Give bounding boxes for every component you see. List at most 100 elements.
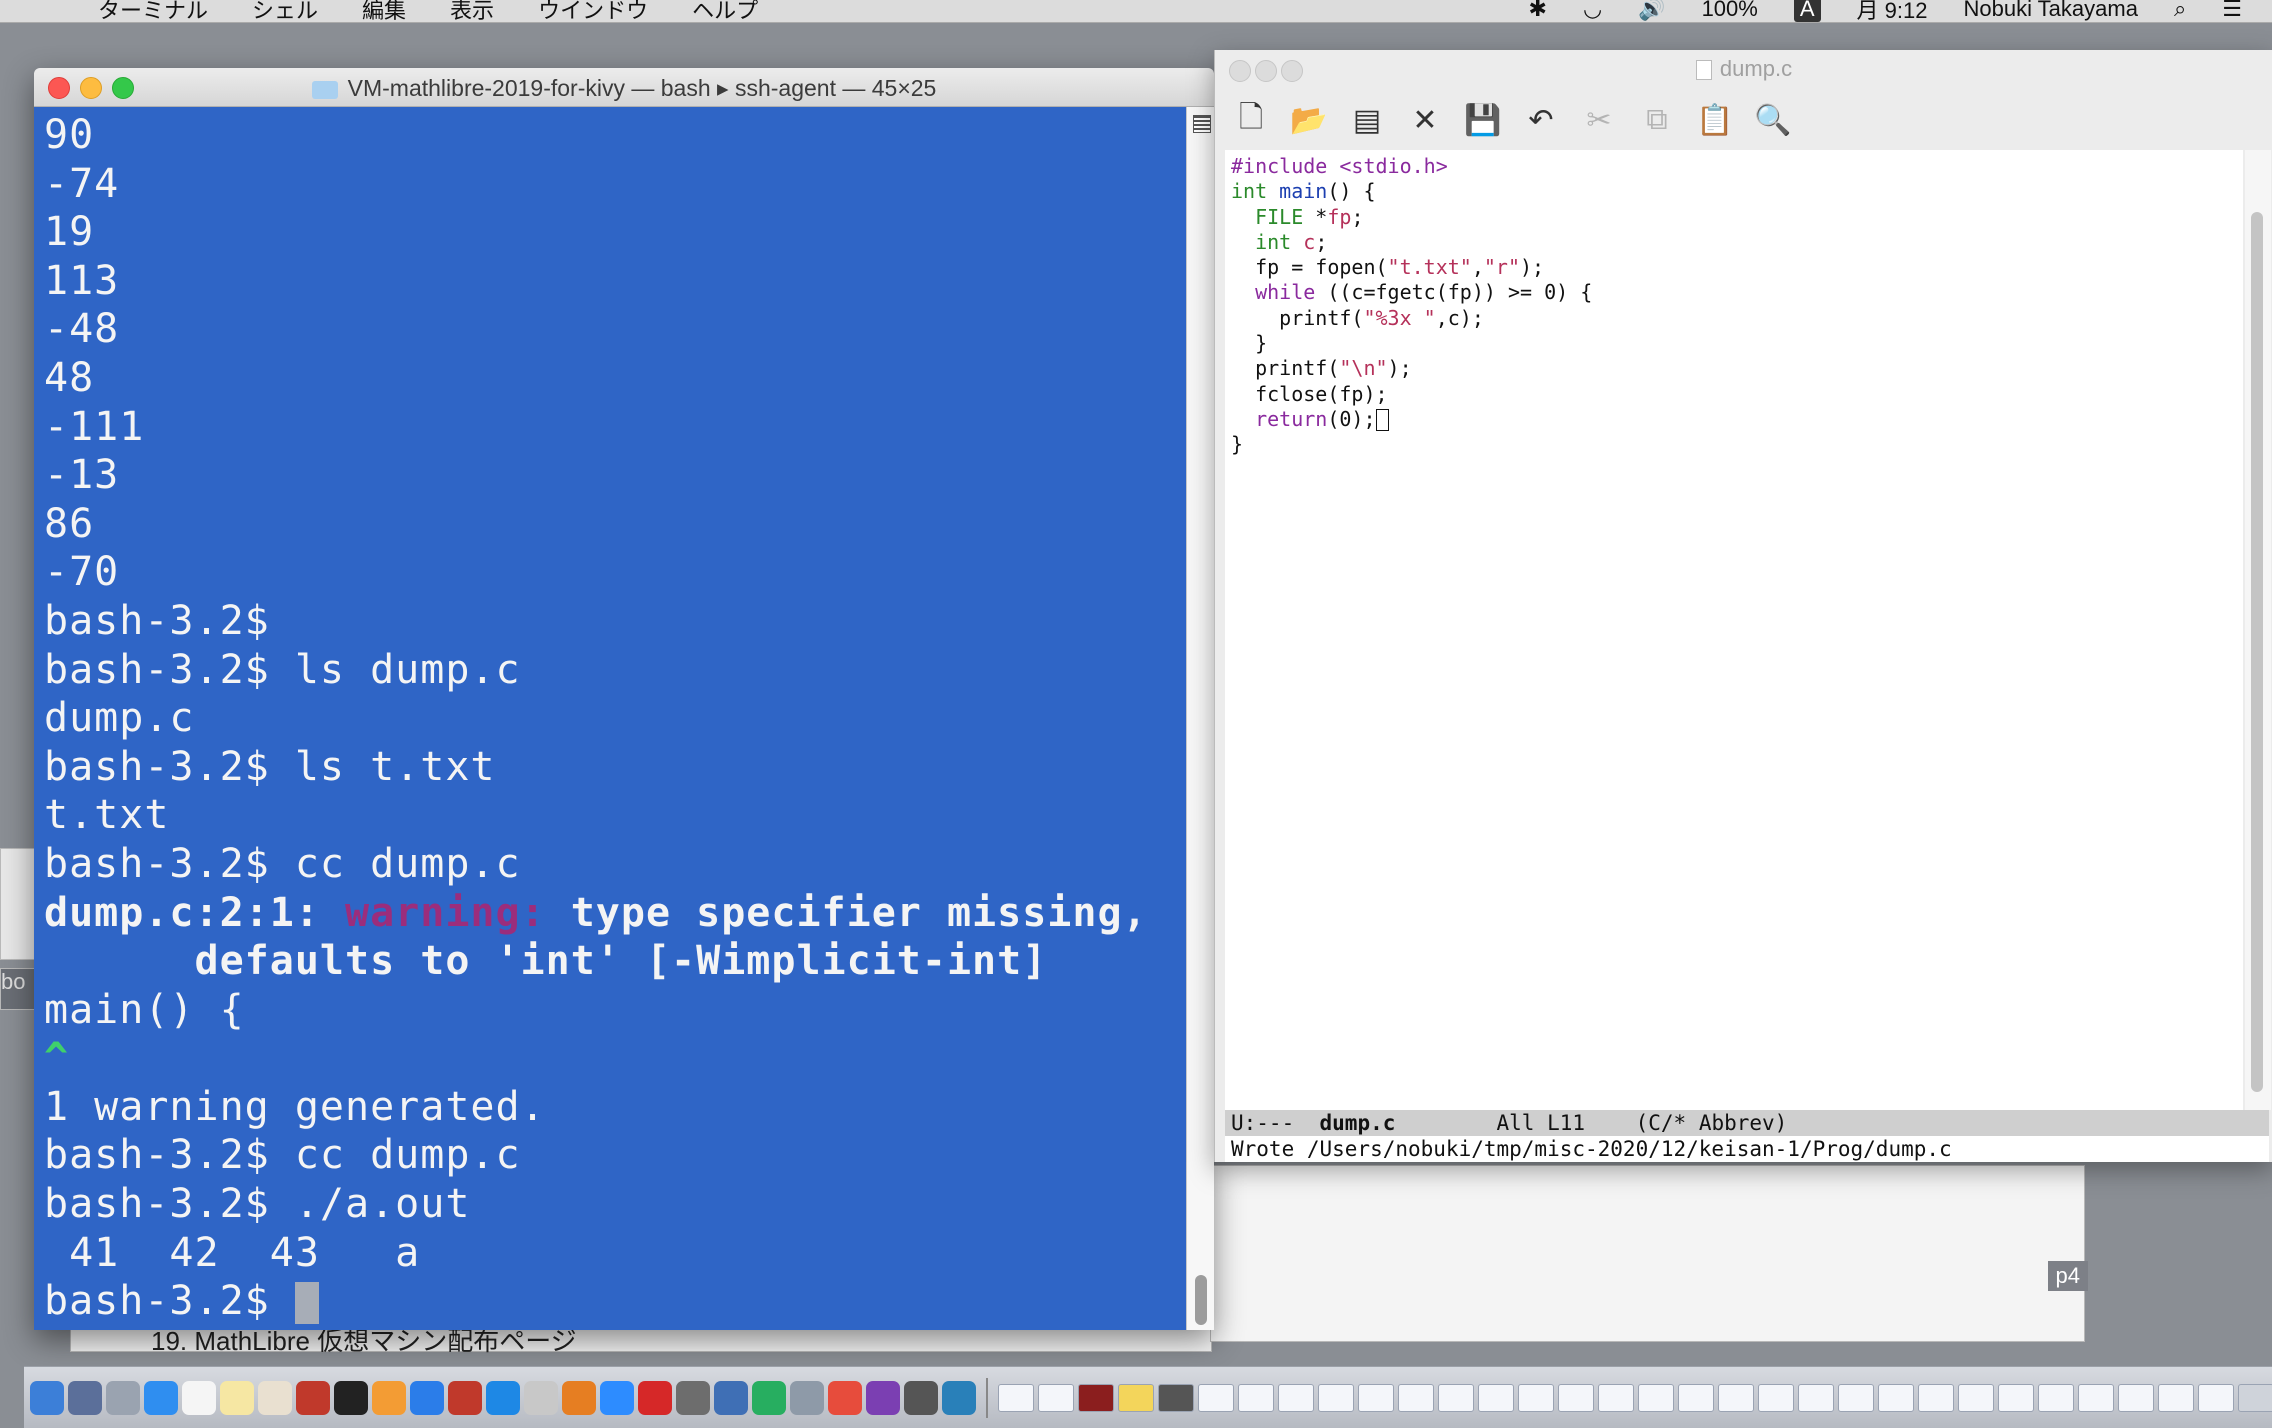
dock-document-icon[interactable] [2198,1383,2234,1412]
app-icon[interactable] [676,1380,710,1415]
editor-scrollbar-thumb[interactable] [2251,212,2263,1092]
notes-icon[interactable] [220,1380,254,1415]
dock-document-icon[interactable] [1398,1383,1434,1412]
app-store-icon[interactable] [410,1380,444,1415]
buffer-name[interactable]: dump.c [1320,1111,1396,1135]
dock-document-icon[interactable] [1918,1383,1954,1412]
editor-window[interactable]: dump.c 🗋 📂 ▤ ✕ 💾 ↶ ✂ ⧉ 📋 🔍 #include <std… [1214,50,2272,1162]
paste-icon[interactable]: 📋 [1693,98,1737,142]
dock-document-icon[interactable] [2118,1383,2154,1412]
spotlight-icon[interactable]: ⌕ [2174,0,2186,22]
dock-document-icon[interactable] [1118,1383,1154,1412]
editor-titlebar[interactable]: dump.c [1215,50,2272,90]
dock-document-icon[interactable] [1798,1383,1834,1412]
wifi-icon[interactable]: ◡ [1583,0,1602,22]
dock-document-icon[interactable] [998,1383,1034,1412]
r-app-icon[interactable] [714,1380,748,1415]
dock-document-icon[interactable] [1638,1383,1674,1412]
battery-percent[interactable]: 100% [1702,0,1758,22]
emacs-icon[interactable] [866,1380,900,1415]
dock-document-icon[interactable] [1878,1383,1914,1412]
siri-icon[interactable] [68,1380,102,1415]
notification-center-icon[interactable]: ☰ [2222,0,2242,22]
save-icon[interactable]: 💾 [1461,98,1505,142]
terminal-prompt-line[interactable]: bash-3.2$ [44,1277,1186,1326]
close-buffer-icon[interactable]: ✕ [1403,98,1447,142]
app-icon[interactable] [942,1380,976,1415]
app-icon[interactable] [372,1380,406,1415]
open-folder-icon[interactable]: 📂 [1287,98,1331,142]
terminal-scrollbar[interactable] [1186,107,1214,1330]
app-icon[interactable] [448,1380,482,1415]
dock-document-icon[interactable] [1718,1383,1754,1412]
terminal-window[interactable]: VM-mathlibre-2019-for-kivy — bash ▸ ssh-… [34,68,1214,1330]
background-window-left-tag[interactable]: bo [0,968,36,1010]
calendar-icon[interactable] [182,1380,216,1415]
chrome-icon[interactable] [828,1380,862,1415]
new-file-icon[interactable]: 🗋 [1229,98,1273,142]
finder-icon[interactable] [30,1380,64,1415]
terminal-output[interactable]: 90 -74 19 113 -48 48 -111 -13 86 -70 bas… [34,107,1186,1330]
menu-edit[interactable]: 編集 [362,0,406,22]
undo-icon[interactable]: ↶ [1519,98,1563,142]
editor-echo-area[interactable]: Wrote /Users/nobuki/tmp/misc-2020/12/kei… [1225,1136,2269,1162]
dock-document-icon[interactable] [2038,1383,2074,1412]
editor-mode-line[interactable]: U:--- dump.c All L11 (C/* Abbrev) [1225,1110,2269,1136]
volume-icon[interactable]: 🔊 [1638,0,1665,22]
menu-view[interactable]: 表示 [450,0,494,22]
input-method-badge[interactable]: A [1793,0,1821,22]
xquartz-icon[interactable] [904,1380,938,1415]
terminal-app-icon[interactable] [334,1380,368,1415]
dock-document-icon[interactable] [1998,1383,2034,1412]
trash-icon[interactable] [2238,1383,2272,1412]
dired-icon[interactable]: ▤ [1345,98,1389,142]
dock-document-icon[interactable] [1478,1383,1514,1412]
menu-window[interactable]: ウインドウ [538,0,648,22]
dock-document-icon[interactable] [1038,1383,1074,1412]
dock-document-icon[interactable] [1758,1383,1794,1412]
user-name[interactable]: Nobuki Takayama [1963,0,2137,22]
editor-scrollbar[interactable] [2245,150,2271,1110]
photos-icon[interactable] [258,1380,292,1415]
dock-document-icon[interactable] [1238,1383,1274,1412]
copy-icon[interactable]: ⧉ [1635,98,1679,142]
search-icon[interactable]: 🔍 [1751,98,1795,142]
cut-icon[interactable]: ✂ [1577,98,1621,142]
menu-shell[interactable]: シェル [252,0,318,22]
menu-terminal[interactable]: ターミナル [98,0,208,22]
editor-buffer[interactable]: #include <stdio.h> int main() { FILE *fp… [1225,150,2243,1110]
dock-document-icon[interactable] [1198,1383,1234,1412]
bluetooth-icon[interactable]: ✱ [1529,0,1547,22]
app-icon[interactable] [296,1380,330,1415]
dock-document-icon[interactable] [1438,1383,1474,1412]
dock-document-icon[interactable] [1598,1383,1634,1412]
dock-document-icon[interactable] [1958,1383,1994,1412]
terminal-titlebar[interactable]: VM-mathlibre-2019-for-kivy — bash ▸ ssh-… [34,68,1214,107]
background-window-left[interactable] [0,848,36,960]
dock-document-icon[interactable] [1358,1383,1394,1412]
app-icon[interactable] [524,1380,558,1415]
app-icon[interactable] [638,1380,672,1415]
app-icon[interactable] [752,1380,786,1415]
menu-help[interactable]: ヘルプ [692,0,758,22]
dock-document-icon[interactable] [1158,1383,1194,1412]
split-pane-icon[interactable] [1193,115,1211,133]
dock-document-icon[interactable] [2158,1383,2194,1412]
dock-document-icon[interactable] [1318,1383,1354,1412]
skype-icon[interactable] [486,1380,520,1415]
background-window-lower[interactable]: p4 [1210,1165,2088,1342]
scrollbar-thumb[interactable] [1195,1275,1207,1325]
app-icon[interactable] [790,1380,824,1415]
dock-document-icon[interactable] [1838,1383,1874,1412]
dock-document-icon[interactable] [1678,1383,1714,1412]
dock-document-icon[interactable] [2078,1383,2114,1412]
launchpad-icon[interactable] [106,1380,140,1415]
dock-document-icon[interactable] [1518,1383,1554,1412]
safari-icon[interactable] [144,1380,178,1415]
clock[interactable]: 月 9:12 [1857,0,1928,22]
dock-document-icon[interactable] [1558,1383,1594,1412]
zoom-app-icon[interactable] [600,1380,634,1415]
app-icon[interactable] [562,1380,596,1415]
dock-document-icon[interactable] [1278,1383,1314,1412]
major-mode[interactable]: (C/* Abbrev) [1585,1111,1788,1135]
